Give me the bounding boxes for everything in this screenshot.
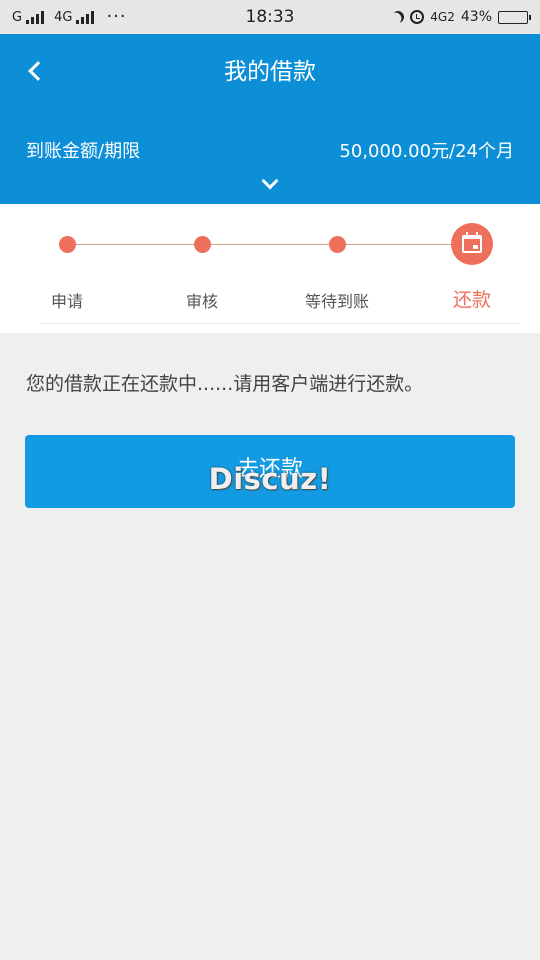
divider: [40, 323, 520, 324]
discuz-watermark: Discuz!: [208, 462, 332, 496]
step-dot-apply: [59, 236, 76, 253]
status-bar: G 4G ··· 18:33 4G2 43%: [0, 0, 540, 34]
chevron-down-icon: [261, 172, 279, 190]
amount-term-value: 50,000.00元/24个月: [339, 141, 514, 162]
progress-line: [67, 244, 472, 245]
repayment-status-message: 您的借款正在还款中......请用客户端进行还款。: [26, 373, 424, 395]
step-dot-waiting: [329, 236, 346, 253]
calendar-icon: [462, 232, 482, 253]
status-bar-right: 4G2 43%: [390, 0, 531, 34]
step-label-repay: 还款: [452, 289, 491, 311]
amount-term-label: 到账金额/期限: [26, 141, 141, 162]
network-label: 4G2: [430, 10, 455, 24]
step-label-review: 审核: [185, 292, 218, 311]
loan-header: 我的借款 到账金额/期限 50,000.00元/24个月: [0, 34, 540, 204]
step-label-apply: 申请: [50, 292, 83, 311]
battery-icon: [498, 10, 531, 24]
step-dot-review: [194, 236, 211, 253]
alarm-icon: [410, 10, 425, 24]
page-title: 我的借款: [224, 59, 316, 85]
do-not-disturb-icon: [390, 9, 406, 25]
battery-percent: 43%: [460, 9, 492, 25]
step-label-waiting: 等待到账: [304, 292, 369, 311]
go-repay-button[interactable]: 去还款 Discuz!: [25, 435, 515, 508]
progress-steps: 申请 审核 等待到账 还款: [0, 204, 540, 333]
step-current-repay: [451, 223, 493, 265]
expand-details-button[interactable]: [258, 172, 282, 196]
